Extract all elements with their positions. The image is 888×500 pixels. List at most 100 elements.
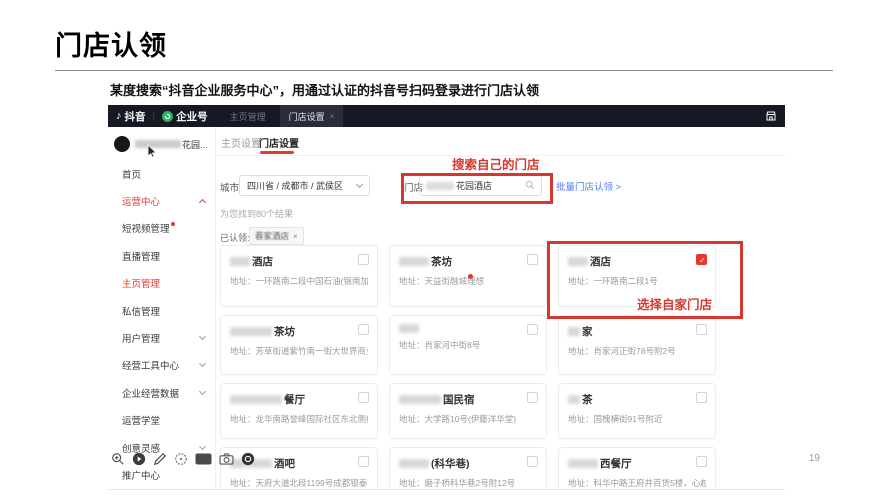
account-name: 花园... [135, 138, 208, 151]
shop-icon[interactable] [765, 110, 777, 122]
record-icon[interactable] [241, 452, 255, 466]
store-card[interactable]: 茶坊 地址：芳草街道紫竹南一街大世界商业广场 [220, 315, 378, 375]
store-card[interactable]: 家 地址：肖家河正街78号附2号 [558, 315, 716, 375]
enterprise-badge-icon [162, 111, 173, 122]
screen-icon[interactable] [195, 453, 212, 465]
store-address: 地址：国槐横街91号附近 [568, 413, 706, 425]
avatar [114, 136, 130, 152]
censored-text [399, 324, 419, 333]
play-icon[interactable] [132, 452, 146, 466]
store-name: 酒店 [230, 254, 368, 269]
store-checkbox[interactable] [527, 324, 538, 335]
app-header: ♪ 抖音 | 企业号 主页管理 门店设置 × [108, 105, 785, 127]
nav-item-homepage[interactable]: 主页管理 [224, 110, 272, 123]
tab-homepage-settings[interactable]: 主页设置 [221, 135, 261, 150]
active-tab-underline [260, 151, 294, 154]
store-name [399, 324, 537, 333]
annotation-box-search [401, 173, 553, 204]
store-name: (科华巷) [399, 456, 537, 471]
claimed-label: 已认领: [220, 231, 250, 244]
sidebar-item-short-video[interactable]: 短视频管理 [108, 215, 215, 242]
store-checkbox[interactable] [527, 456, 538, 467]
censored-text [230, 327, 272, 336]
store-name: 家 [568, 324, 706, 339]
censored-text [230, 257, 250, 266]
store-address: 地址：磨子桥科华巷2号附12号 [399, 477, 537, 489]
store-address: 地址：一环路南二段中国石油(锦南加油站)东北侧约6... [230, 275, 368, 287]
chevron-down-icon [199, 360, 206, 367]
store-checkbox[interactable] [358, 456, 369, 467]
store-card[interactable]: (科华巷) 地址：磨子桥科华巷2号附12号 [389, 447, 547, 489]
content-tabbar: 主页设置 门店设置 [216, 127, 785, 156]
results-count: 为您找到80个结果 [220, 207, 293, 220]
batch-claim-link[interactable]: 批量门店认领 > [556, 179, 621, 193]
store-checkbox[interactable] [527, 254, 538, 265]
crosshair-icon[interactable] [174, 452, 188, 466]
close-icon[interactable]: × [330, 112, 335, 121]
annotation-select-tip: 选择自家门店 [637, 294, 712, 313]
censored-text [399, 395, 441, 404]
store-checkbox[interactable] [358, 392, 369, 403]
store-address: 地址：芳草街道紫竹南一街大世界商业广场 [230, 345, 368, 357]
store-name: 茶坊 [230, 324, 368, 339]
censored-text [399, 257, 429, 266]
censored-text [568, 395, 580, 404]
store-address: 地址：肖家河正街78号附2号 [568, 345, 706, 357]
store-card[interactable]: 地址：肖家河中街8号 [389, 315, 547, 375]
sidebar-item-live[interactable]: 直播管理 [108, 242, 215, 269]
city-select[interactable]: 四川省 / 成都市 / 武侯区 [239, 175, 370, 196]
store-checkbox[interactable] [358, 324, 369, 335]
sidebar-item-operation-center[interactable]: 运营中心 [108, 187, 215, 214]
sidebar-item-private-message[interactable]: 私信管理 [108, 297, 215, 324]
cursor-icon [147, 144, 158, 164]
sidebar-item-academy[interactable]: 运营学堂 [108, 407, 215, 434]
store-name: 餐厅 [230, 392, 368, 407]
chevron-up-icon [199, 199, 206, 206]
store-address: 地址：科华中路王府井百货5楼，心越咖啡·屋顶西餐厅 [568, 477, 706, 489]
page-title: 门店认领 [55, 24, 167, 63]
close-icon[interactable]: × [293, 232, 298, 241]
account-profile[interactable]: 花园... [108, 127, 215, 160]
censored-text [399, 459, 429, 468]
pencil-icon[interactable] [153, 452, 167, 466]
sidebar-item-user-manage[interactable]: 用户管理 [108, 324, 215, 351]
chevron-down-icon [356, 180, 363, 187]
city-label: 城市 [220, 180, 239, 194]
sidebar-item-business-data[interactable]: 企业经营数据 [108, 379, 215, 406]
slide: 门店认领 某度搜索“抖音企业服务中心”，用通过认证的抖音号扫码登录进行门店认领 … [0, 0, 888, 500]
chevron-down-icon [199, 388, 206, 395]
sidebar-item-homepage-manage[interactable]: 主页管理 [108, 270, 215, 297]
store-address: 地址：龙华南路誉峰国际社区东北侧约40米 [230, 413, 368, 425]
store-checkbox[interactable] [696, 324, 707, 335]
header-divider: | [153, 111, 156, 122]
douyin-logo[interactable]: ♪ 抖音 [116, 109, 146, 124]
store-checkbox[interactable] [358, 254, 369, 265]
tab-store-settings[interactable]: 门店设置 [259, 135, 299, 150]
capture-toolbar [111, 452, 255, 466]
annotation-search-tip: 搜索自己的门店 [452, 154, 540, 173]
title-divider [55, 70, 833, 71]
instruction-text: 某度搜索“抖音企业服务中心”，用通过认证的抖音号扫码登录进行门店认领 [110, 80, 539, 99]
store-checkbox[interactable] [696, 392, 707, 403]
enterprise-brand[interactable]: 企业号 [162, 109, 208, 124]
store-card[interactable]: 国民宿 地址：大学路10号(伊藤洋华堂) [389, 383, 547, 439]
claimed-store-tag[interactable]: 蓉家酒店 × [249, 227, 304, 245]
sidebar-item-tools-center[interactable]: 经营工具中心 [108, 352, 215, 379]
zoom-in-icon[interactable] [111, 452, 125, 466]
store-name: 茶 [568, 392, 706, 407]
sidebar: 花园... 首页 运营中心 短视频管理 直播管理 主页管理 私信管理 用户管理 … [108, 127, 216, 489]
store-name: 茶坊 [399, 254, 537, 269]
censored-text [230, 395, 282, 404]
store-address: 地址：肖家河中街8号 [399, 339, 537, 351]
store-checkbox[interactable] [696, 456, 707, 467]
store-name: 西餐厅 [568, 456, 706, 471]
store-card[interactable]: 西餐厅 地址：科华中路王府井百货5楼，心越咖啡·屋顶西餐厅 [558, 447, 716, 489]
camera-icon[interactable] [219, 453, 234, 465]
store-card[interactable]: 茶 地址：国槐横街91号附近 [558, 383, 716, 439]
censored-text [135, 140, 181, 148]
store-checkbox[interactable] [527, 392, 538, 403]
sidebar-item-home[interactable]: 首页 [108, 160, 215, 187]
store-card[interactable]: 酒店 地址：一环路南二段中国石油(锦南加油站)东北侧约6... [220, 245, 378, 307]
store-card[interactable]: 餐厅 地址：龙华南路誉峰国际社区东北侧约40米 [220, 383, 378, 439]
nav-item-store-settings[interactable]: 门店设置 × [280, 105, 344, 127]
